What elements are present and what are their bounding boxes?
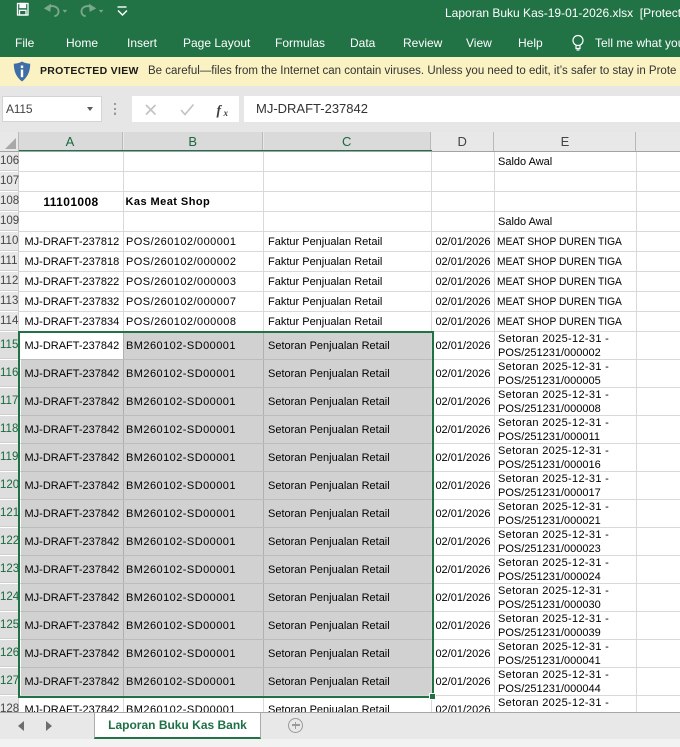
svg-text:x: x xyxy=(222,108,228,118)
svg-text:f: f xyxy=(216,103,222,118)
